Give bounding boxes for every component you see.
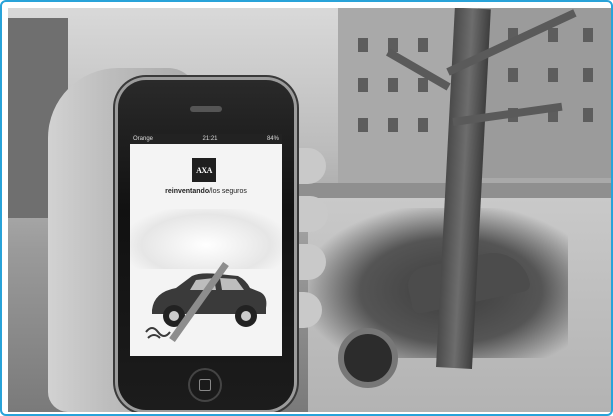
photo: Orange 21:21 84% AXA reinventando/los se… (8, 8, 611, 412)
slogan: reinventando/los seguros (130, 188, 282, 195)
phone-speaker (190, 106, 222, 112)
axa-logo: AXA (192, 158, 216, 182)
smartphone: Orange 21:21 84% AXA reinventando/los se… (118, 80, 294, 410)
carrier-label: Orange (133, 136, 154, 142)
clock: 21:21 (202, 136, 218, 142)
crashed-car-wheel (338, 328, 398, 388)
logo-text: AXA (196, 165, 212, 175)
car-crossed-icon[interactable] (142, 262, 272, 342)
slogan-bold: reinventando (165, 188, 210, 195)
image-frame: Orange 21:21 84% AXA reinventando/los se… (0, 0, 613, 416)
cloud-graphic (130, 209, 282, 269)
battery-level: 84% (266, 136, 279, 142)
phone-screen: Orange 21:21 84% AXA reinventando/los se… (130, 134, 282, 356)
home-button-icon[interactable] (188, 368, 222, 402)
building-far-right (478, 8, 611, 178)
slogan-rest: /los seguros (209, 188, 247, 195)
status-bar: Orange 21:21 84% (130, 134, 282, 144)
